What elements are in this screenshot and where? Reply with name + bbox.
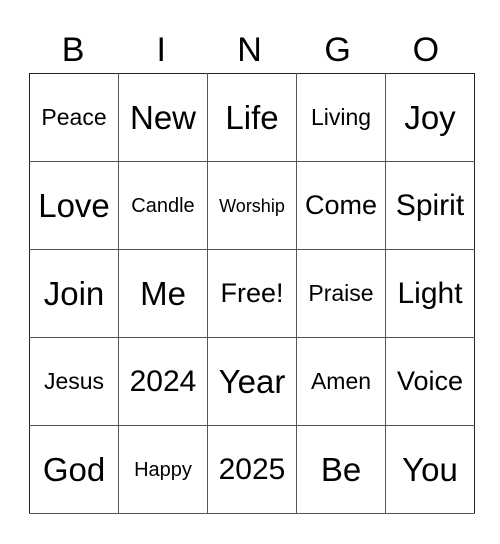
bingo-cell[interactable]: Peace [29,73,119,162]
bingo-cell[interactable]: Worship [207,161,297,250]
bingo-cell[interactable]: God [29,425,119,514]
header-letter-b: B [61,31,85,69]
header-letter-g: G [324,31,351,69]
grid-row: God Happy 2025 Be You [29,425,475,514]
header-letter-i: I [156,31,166,69]
bingo-cell[interactable]: You [385,425,475,514]
header-letter-n: N [237,31,262,69]
bingo-cell[interactable]: Join [29,249,119,338]
bingo-cell[interactable]: Joy [385,73,475,162]
bingo-cell[interactable]: Candle [118,161,208,250]
bingo-cell[interactable]: New [118,73,208,162]
bingo-cell[interactable]: Me [118,249,208,338]
grid-row: Jesus 2024 Year Amen Voice [29,337,475,426]
bingo-cell[interactable]: Light [385,249,475,338]
bingo-cell[interactable]: Happy [118,425,208,514]
bingo-card-grid: Peace New Life Living Joy Love Candle Wo… [29,73,475,514]
bingo-cell[interactable]: Voice [385,337,475,426]
grid-row: Join Me Free! Praise Light [29,249,475,338]
bingo-cell[interactable]: Be [296,425,386,514]
bingo-cell[interactable]: Spirit [385,161,475,250]
bingo-cell[interactable]: Living [296,73,386,162]
bingo-cell[interactable]: 2025 [207,425,297,514]
bingo-cell[interactable]: Praise [296,249,386,338]
bingo-cell[interactable]: 2024 [118,337,208,426]
bingo-cell[interactable]: Life [207,73,297,162]
grid-row: Love Candle Worship Come Spirit [29,161,475,250]
bingo-cell[interactable]: Jesus [29,337,119,426]
bingo-cell[interactable]: Love [29,161,119,250]
bingo-cell[interactable]: Year [207,337,297,426]
header-letter-o: O [412,31,440,69]
grid-row: Peace New Life Living Joy [29,73,475,162]
bingo-cell[interactable]: Come [296,161,386,250]
bingo-cell[interactable]: Amen [296,337,386,426]
bingo-header: B I N G O [29,28,470,73]
free-space-cell[interactable]: Free! [207,249,297,338]
